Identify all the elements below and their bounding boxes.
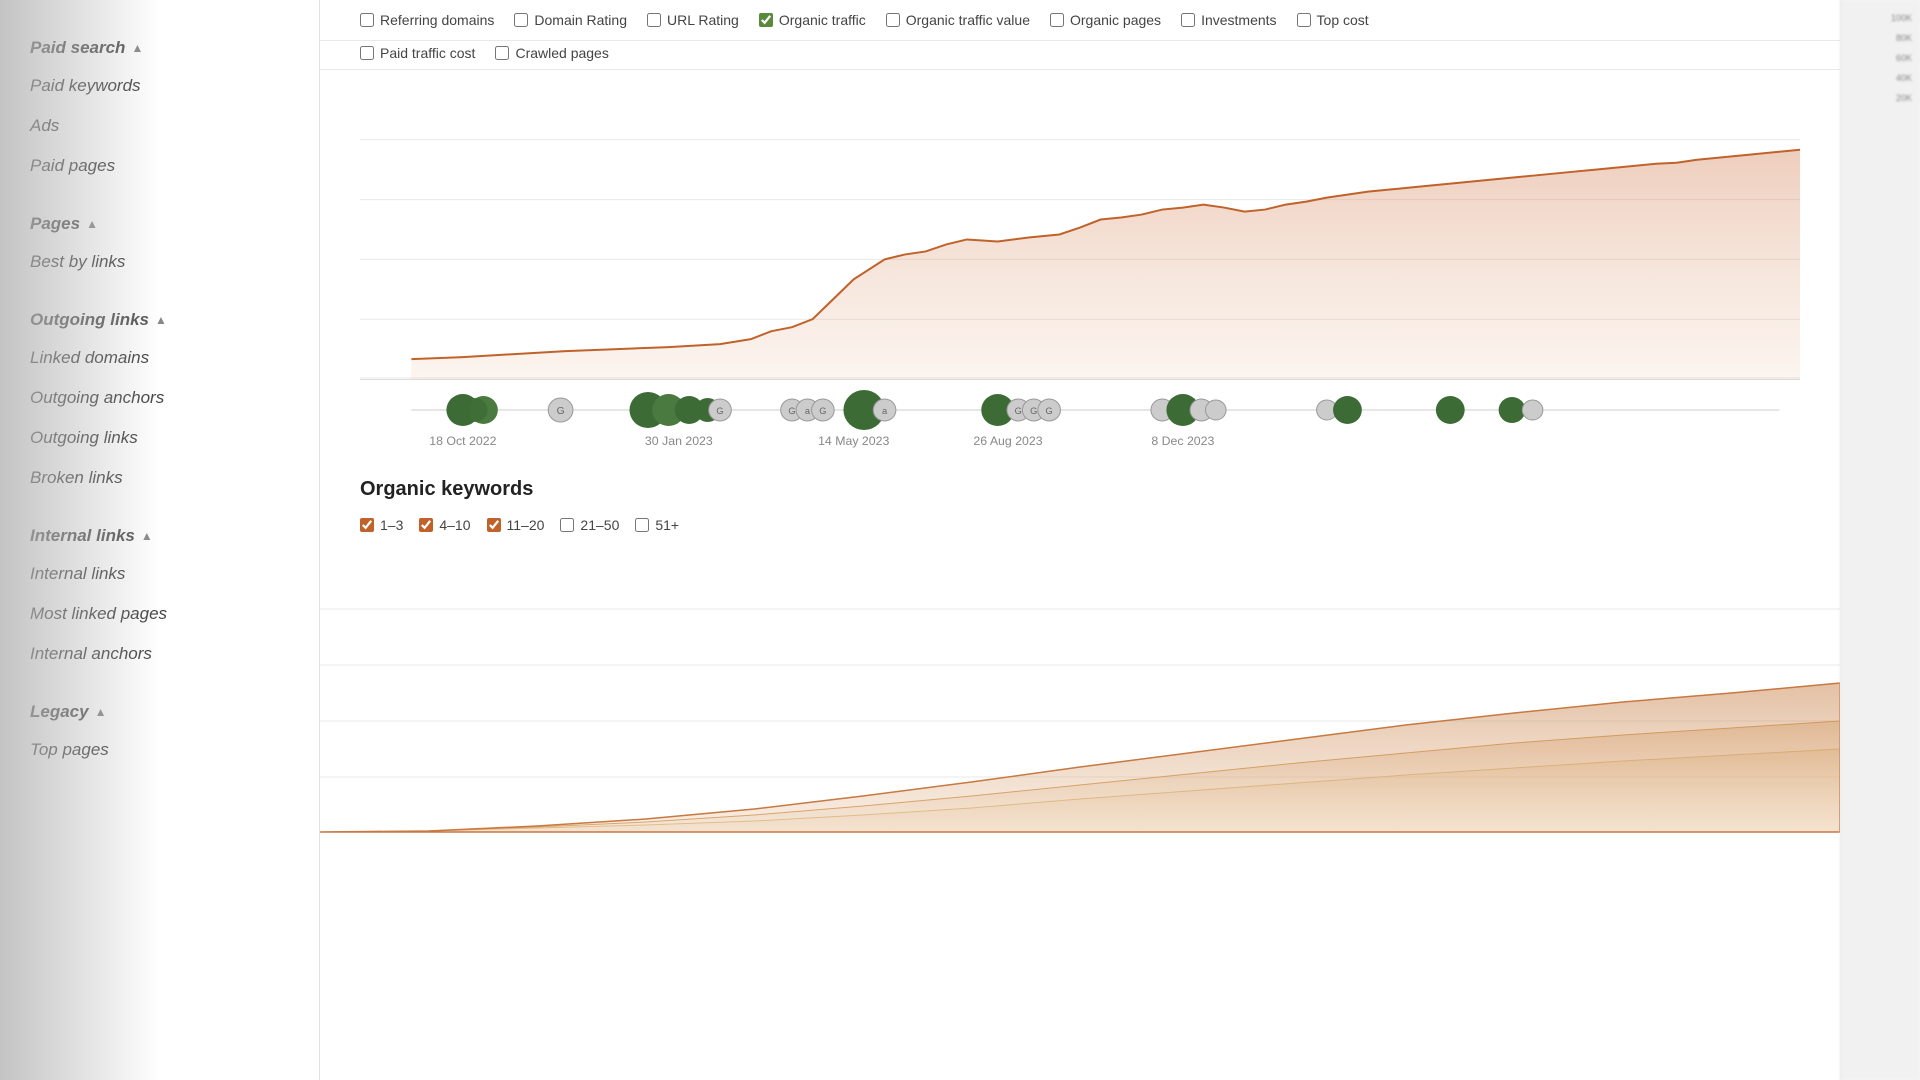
sidebar-item-2-0[interactable]: Linked domains: [0, 338, 319, 378]
right-panel-item-1: 100K: [1846, 10, 1915, 26]
filter-organic-traffic-value[interactable]: Organic traffic value: [886, 12, 1030, 28]
sidebar-item-4-0[interactable]: Top pages: [0, 730, 319, 770]
filter-label-crawled-pages: Crawled pages: [515, 45, 608, 61]
timeline-dot: [463, 398, 488, 422]
timeline-dot: [1499, 397, 1526, 423]
organic-keywords-svg: [320, 553, 1840, 833]
sidebar-item-1-0[interactable]: Best by links: [0, 242, 319, 282]
filter-label-top-cost: Top cost: [1317, 12, 1369, 28]
sidebar-section-title-text-4: Legacy: [30, 702, 89, 722]
filter-investments[interactable]: Investments: [1181, 12, 1276, 28]
svg-text:a: a: [882, 406, 888, 416]
organic-keywords-chart: [320, 553, 1840, 833]
keyword-filter-51plus[interactable]: 51+: [635, 517, 679, 533]
filter-label-organic-traffic-value: Organic traffic value: [906, 12, 1030, 28]
filter-label-referring-domains: Referring domains: [380, 12, 494, 28]
keyword-filter-label-21-50: 21–50: [580, 517, 619, 533]
sidebar-item-0-1[interactable]: Ads: [0, 106, 319, 146]
right-panel-item-3: 60K: [1846, 50, 1915, 66]
keyword-filter-label-51plus: 51+: [655, 517, 679, 533]
sidebar-section-3[interactable]: Internal links ▲: [0, 508, 319, 554]
filter-referring-domains[interactable]: Referring domains: [360, 12, 494, 28]
timeline-dot: [1333, 396, 1362, 424]
filter-paid-traffic[interactable]: Paid traffic cost: [360, 45, 475, 61]
sidebar-section-arrow-3: ▲: [141, 529, 153, 543]
keyword-filter-21-50[interactable]: 21–50: [560, 517, 619, 533]
sidebar-section-4[interactable]: Legacy ▲: [0, 684, 319, 730]
svg-text:G: G: [819, 406, 826, 416]
sidebar-item-2-2[interactable]: Outgoing links: [0, 418, 319, 458]
chart-area-fill: [411, 150, 1800, 379]
timeline-dot: [1522, 400, 1543, 420]
filter-organic-pages[interactable]: Organic pages: [1050, 12, 1161, 28]
right-panel: 100K 80K 60K 40K 20K: [1840, 0, 1920, 1080]
keyword-filter-label-4-10: 4–10: [439, 517, 470, 533]
timeline-label: 30 Jan 2023: [645, 434, 713, 448]
filter-crawled-pages[interactable]: Crawled pages: [495, 45, 608, 61]
keyword-filter-label-1-3: 1–3: [380, 517, 403, 533]
organic-traffic-chart-area: G G G a G: [320, 70, 1840, 460]
filter-top-cost[interactable]: Top cost: [1297, 12, 1369, 28]
sidebar-item-3-1[interactable]: Most linked pages: [0, 594, 319, 634]
sidebar-item-3-0[interactable]: Internal links: [0, 554, 319, 594]
filter-organic-traffic[interactable]: Organic traffic: [759, 12, 866, 28]
keyword-filter-1-3[interactable]: 1–3: [360, 517, 403, 533]
filter-row-1: Referring domains Domain Rating URL Rati…: [320, 0, 1840, 41]
filter-row-2: Paid traffic cost Crawled pages: [320, 41, 1840, 70]
sidebar-section-0[interactable]: Paid search ▲: [0, 20, 319, 66]
svg-text:G: G: [1046, 406, 1053, 416]
filter-url-rating[interactable]: URL Rating: [647, 12, 739, 28]
sidebar-item-2-1[interactable]: Outgoing anchors: [0, 378, 319, 418]
keyword-filter-11-20[interactable]: 11–20: [487, 517, 545, 533]
keyword-filter-row: 1–3 4–10 11–20 21–50 51+: [320, 511, 1840, 543]
svg-text:a: a: [805, 406, 811, 416]
sidebar-section-arrow-1: ▲: [86, 217, 98, 231]
organic-keywords-title: Organic keywords: [320, 460, 1840, 511]
sidebar-section-title-text-1: Pages: [30, 214, 80, 234]
sidebar-item-0-2[interactable]: Paid pages: [0, 146, 319, 186]
filter-label-investments: Investments: [1201, 12, 1276, 28]
sidebar-section-title-text-2: Outgoing links: [30, 310, 149, 330]
timeline-label: 8 Dec 2023: [1151, 434, 1214, 448]
timeline-label: 14 May 2023: [818, 434, 890, 448]
sidebar-section-arrow-2: ▲: [155, 313, 167, 327]
organic-traffic-svg: [360, 80, 1800, 379]
timeline-container: G G G a G: [360, 380, 1800, 460]
right-panel-item-2: 80K: [1846, 30, 1915, 46]
chart-layer-1: [320, 683, 1840, 832]
filter-label-paid-traffic: Paid traffic cost: [380, 45, 475, 61]
timeline-svg: G G G a G: [360, 380, 1800, 460]
svg-text:G: G: [788, 406, 795, 416]
right-panel-item-5: 20K: [1846, 90, 1915, 106]
sidebar: Paid search ▲Paid keywordsAdsPaid pagesP…: [0, 0, 320, 1080]
svg-text:G: G: [716, 406, 723, 416]
svg-text:G: G: [1015, 406, 1022, 416]
timeline-dot: [1436, 396, 1465, 424]
organic-keywords-section: Organic keywords 1–3 4–10 11–20 21–50: [320, 460, 1840, 833]
filter-label-domain-rating: Domain Rating: [534, 12, 627, 28]
keyword-filter-label-11-20: 11–20: [507, 517, 545, 533]
filter-label-url-rating: URL Rating: [667, 12, 739, 28]
right-panel-item-4: 40K: [1846, 70, 1915, 86]
sidebar-section-title-text-0: Paid search: [30, 38, 125, 58]
main-content: Referring domains Domain Rating URL Rati…: [320, 0, 1840, 1080]
sidebar-item-2-3[interactable]: Broken links: [0, 458, 319, 498]
organic-traffic-chart: [360, 80, 1800, 380]
sidebar-item-0-0[interactable]: Paid keywords: [0, 66, 319, 106]
svg-text:G: G: [1030, 406, 1037, 416]
sidebar-item-3-2[interactable]: Internal anchors: [0, 634, 319, 674]
timeline-label: 26 Aug 2023: [973, 434, 1042, 448]
timeline-label: 18 Oct 2022: [429, 434, 496, 448]
sidebar-section-title-text-3: Internal links: [30, 526, 135, 546]
filter-label-organic-traffic: Organic traffic: [779, 12, 866, 28]
svg-text:G: G: [557, 406, 565, 417]
sidebar-section-1[interactable]: Pages ▲: [0, 196, 319, 242]
filter-domain-rating[interactable]: Domain Rating: [514, 12, 627, 28]
sidebar-section-arrow-4: ▲: [95, 705, 107, 719]
sidebar-section-arrow-0: ▲: [131, 41, 143, 55]
sidebar-section-2[interactable]: Outgoing links ▲: [0, 292, 319, 338]
filter-label-organic-pages: Organic pages: [1070, 12, 1161, 28]
timeline-dot: [1205, 400, 1226, 420]
keyword-filter-4-10[interactable]: 4–10: [419, 517, 470, 533]
